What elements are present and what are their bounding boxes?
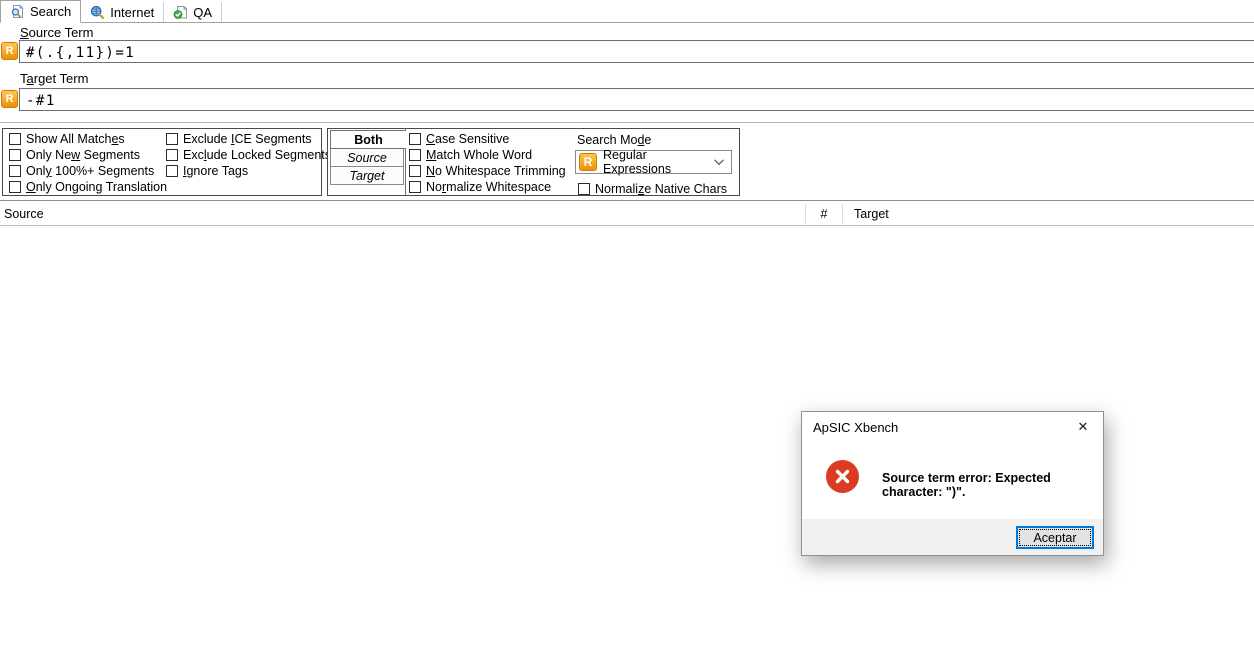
checkbox-label: Ignore Tags <box>183 164 249 178</box>
filterbar-top-divider <box>0 122 1254 123</box>
checkbox-label: Exclude ICE Segments <box>183 132 312 146</box>
source-term-input[interactable] <box>19 40 1254 63</box>
checkbox-label: Exclude Locked Segments <box>183 148 332 162</box>
target-term-input[interactable] <box>19 88 1254 111</box>
qa-check-icon <box>173 4 189 19</box>
checkbox-box <box>409 165 421 177</box>
match-options-groupbox: Both Source Target Case Sensitive Match … <box>327 128 740 196</box>
search-mode-value: Regular Expressions <box>603 148 672 176</box>
checkbox-no-whitespace-trimming[interactable]: No Whitespace Trimming <box>409 163 566 179</box>
checkbox-exclude-locked-segments[interactable]: Exclude Locked Segments <box>166 147 331 163</box>
checkbox-label: Only Ongoing Translation <box>26 180 168 194</box>
checkbox-box <box>166 165 178 177</box>
accept-button[interactable]: Aceptar <box>1016 526 1094 549</box>
search-document-icon <box>11 4 24 18</box>
results-header-row: Source # Target <box>0 201 1254 226</box>
checkbox-normalize-native-chars[interactable]: Normalize Native Chars <box>578 181 727 197</box>
checkbox-ignore-tags[interactable]: Ignore Tags <box>166 163 331 179</box>
scope-tab-target[interactable]: Target <box>330 167 404 185</box>
close-icon[interactable]: ✕ <box>1063 412 1103 442</box>
checkbox-only-100-segments[interactable]: Only 100%+ Segments <box>9 163 167 179</box>
scope-tab-label: Both <box>354 132 383 147</box>
checkbox-label: Case Sensitive <box>426 132 510 146</box>
column-header-target[interactable]: Target <box>854 207 889 221</box>
checkbox-label: No Whitespace Trimming <box>426 164 566 178</box>
dialog-message: Source term error: Expected character: "… <box>882 471 1051 499</box>
tab-search-label: Search <box>30 4 72 19</box>
checkbox-label: Normalize Whitespace <box>426 180 552 194</box>
tab-search[interactable]: Search <box>0 0 82 23</box>
search-mode-label: Search Mode <box>577 133 652 147</box>
checkbox-match-whole-word[interactable]: Match Whole Word <box>409 147 566 163</box>
tab-internet[interactable]: Internet <box>81 2 165 22</box>
column-header-number[interactable]: # <box>806 207 842 221</box>
checkbox-box <box>409 133 421 145</box>
checkbox-box <box>409 149 421 161</box>
checkbox-label: Match Whole Word <box>426 148 533 162</box>
checkbox-box <box>578 183 590 195</box>
chevron-down-icon <box>714 159 724 165</box>
checkbox-box <box>9 133 21 145</box>
scope-tab-source[interactable]: Source <box>330 149 404 167</box>
dialog-title: ApSIC Xbench <box>813 419 899 435</box>
checkbox-only-ongoing-translation[interactable]: Only Ongoing Translation <box>9 179 167 195</box>
regex-icon: R <box>1 42 18 60</box>
checkbox-exclude-ice-segments[interactable]: Exclude ICE Segments <box>166 131 331 147</box>
checkbox-label: Show All Matches <box>26 132 125 146</box>
regex-icon: R <box>1 90 18 108</box>
checkbox-box <box>9 181 21 193</box>
error-icon <box>826 460 859 493</box>
checkbox-case-sensitive[interactable]: Case Sensitive <box>409 131 566 147</box>
internet-globe-icon <box>91 5 105 19</box>
main-tab-bar: Search Internet QA <box>0 0 1254 23</box>
column-header-source[interactable]: Source <box>4 207 44 221</box>
segment-filter-groupbox: Show All Matches Only New Segments Only … <box>2 128 331 196</box>
checkbox-box <box>166 133 178 145</box>
checkbox-label: Only New Segments <box>26 148 140 162</box>
tab-qa[interactable]: QA <box>164 2 223 22</box>
tab-internet-label: Internet <box>110 4 155 20</box>
checkbox-box <box>9 149 21 161</box>
column-separator[interactable] <box>842 204 843 223</box>
target-term-label: Target Term <box>20 71 89 86</box>
source-term-label: Source Term <box>20 25 94 40</box>
checkbox-label: Only 100%+ Segments <box>26 164 155 178</box>
dialog-footer: Aceptar <box>802 519 1103 555</box>
scope-tab-both[interactable]: Both <box>330 130 406 149</box>
checkbox-show-all-matches[interactable]: Show All Matches <box>9 131 167 147</box>
search-mode-dropdown[interactable]: R Regular Expressions <box>575 148 732 176</box>
checkbox-box <box>9 165 21 177</box>
scope-tab-label: Source <box>347 150 387 165</box>
checkbox-box <box>166 149 178 161</box>
checkbox-normalize-whitespace[interactable]: Normalize Whitespace <box>409 179 566 195</box>
checkbox-only-new-segments[interactable]: Only New Segments <box>9 147 167 163</box>
checkbox-box <box>409 181 421 193</box>
checkbox-label: Normalize Native Chars <box>595 182 727 196</box>
regex-icon: R <box>579 153 597 171</box>
tab-qa-label: QA <box>193 4 213 20</box>
error-dialog: ApSIC Xbench ✕ Source term error: Expect… <box>801 411 1104 556</box>
scope-tab-label: Target <box>349 168 385 183</box>
